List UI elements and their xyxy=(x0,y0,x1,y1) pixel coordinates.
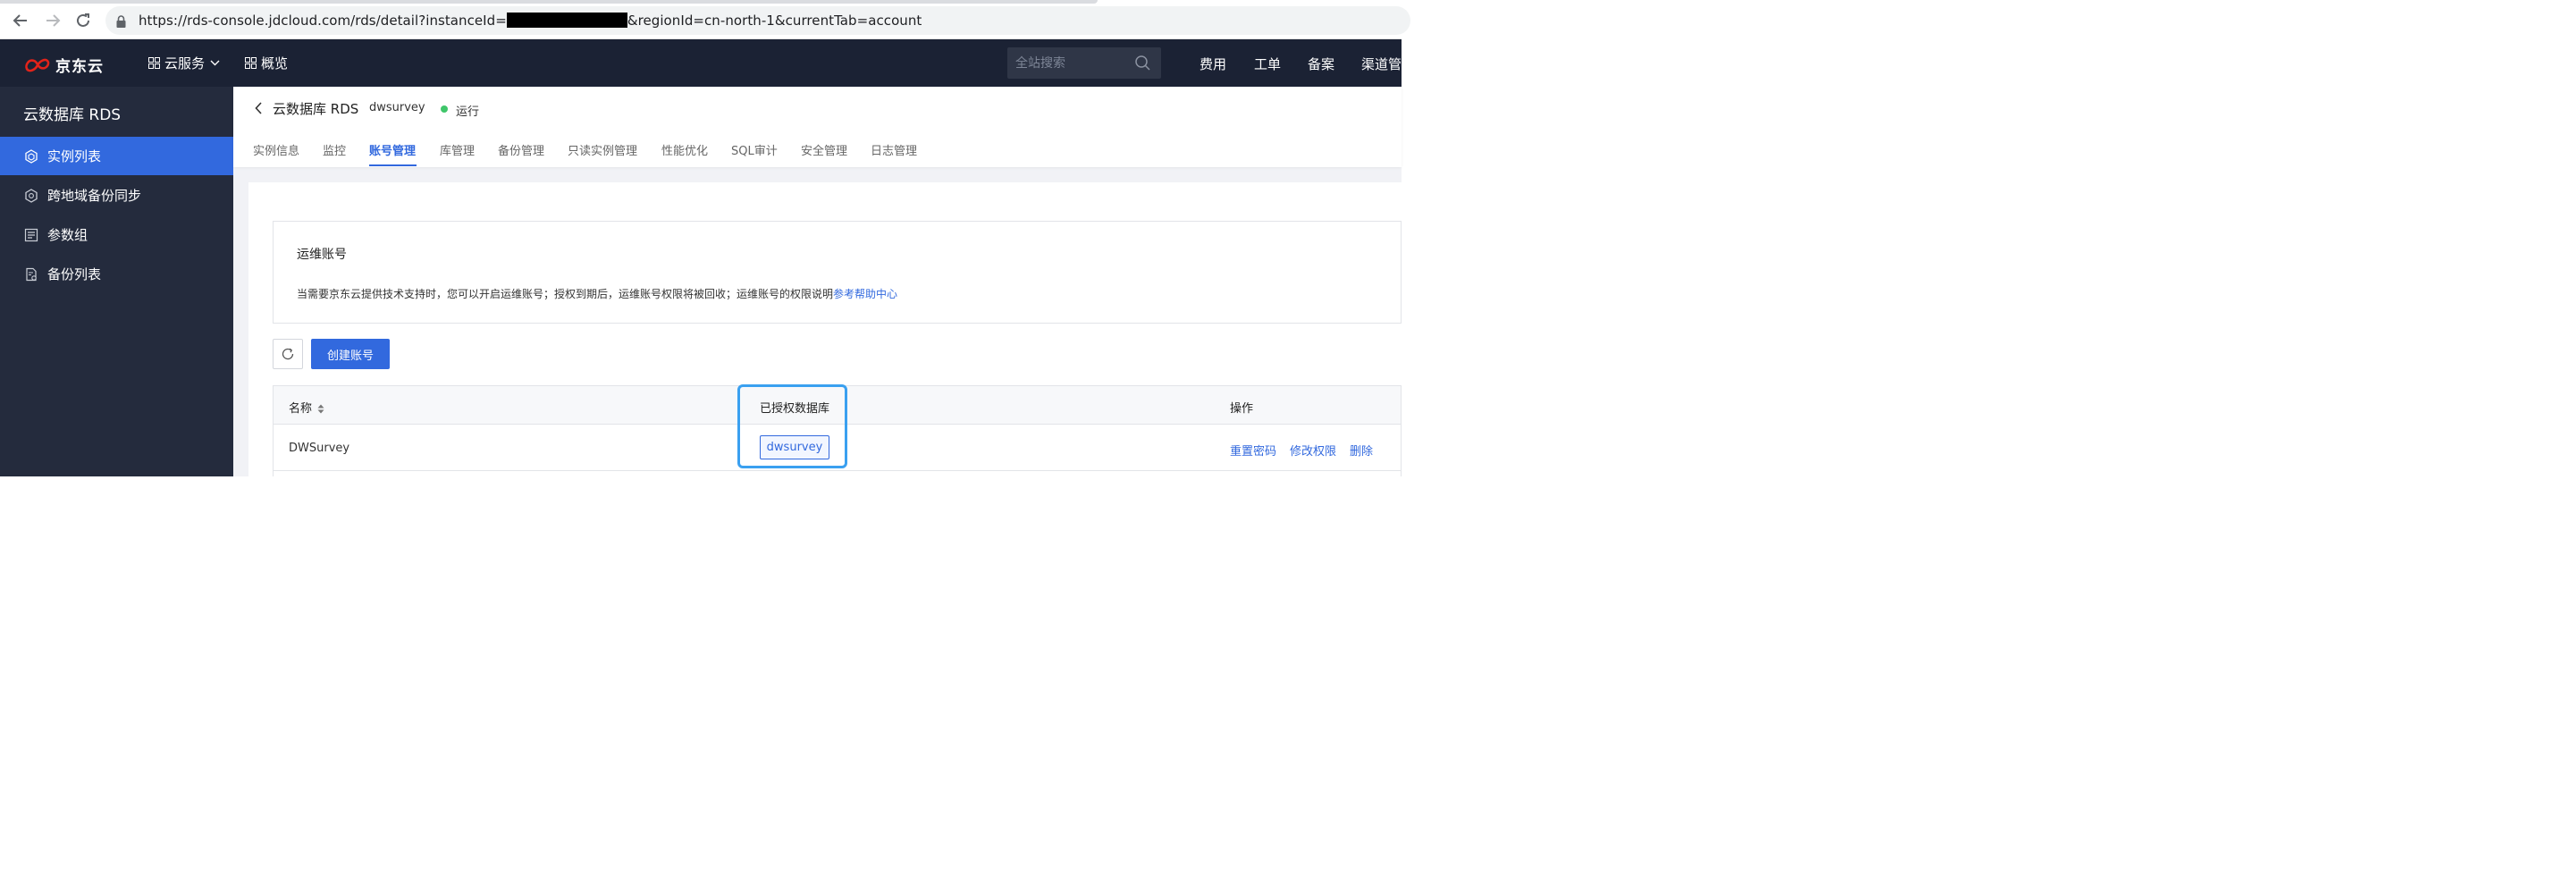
hexagon-sync-icon xyxy=(24,188,38,203)
forward-arrow-icon[interactable] xyxy=(41,9,64,32)
sidebar-title: 云数据库 RDS xyxy=(23,106,122,124)
instance-header: 云数据库 RDS dwsurvey 运行 实例信息 监控 账号管理 库管理 备份… xyxy=(233,87,1402,167)
sort-icon[interactable] xyxy=(317,404,324,414)
lock-icon xyxy=(116,14,126,31)
authorized-database-tag[interactable]: dwsurvey xyxy=(760,435,829,459)
account-name-cell: DWSurvey xyxy=(289,442,350,455)
billing-link[interactable]: 费用 xyxy=(1200,55,1226,73)
modify-permissions-link[interactable]: 修改权限 xyxy=(1290,442,1336,459)
chevron-left-icon[interactable] xyxy=(255,101,263,118)
ops-account-title: 运维账号 xyxy=(297,248,347,262)
column-header-authorized-databases: 已授权数据库 xyxy=(760,402,830,416)
account-panel: 运维账号 当需要京东云提供技术支持时，您可以开启运维账号；授权到期后，运维账号权… xyxy=(248,182,1402,476)
address-bar[interactable]: https://rds-console.jdcloud.com/rds/deta… xyxy=(105,6,1410,35)
jdcloud-logo[interactable]: 京东云 xyxy=(23,54,104,76)
back-arrow-icon[interactable] xyxy=(9,9,32,32)
tab-account-management[interactable]: 账号管理 xyxy=(369,141,416,158)
grid-icon xyxy=(245,57,257,69)
redacted-instance-id xyxy=(506,13,627,28)
hexagon-icon xyxy=(24,148,38,164)
browser-tabstrip xyxy=(0,0,1098,4)
create-account-button[interactable]: 创建账号 xyxy=(311,339,390,369)
sidebar-item-instance-list[interactable]: 实例列表 xyxy=(0,137,233,175)
active-tab-indicator xyxy=(369,164,417,166)
accounts-table: 名称 已授权数据库 操作 DWSurvey dwsurvey 重置密码 修改权限… xyxy=(273,385,1402,476)
overview-label: 概览 xyxy=(261,55,289,72)
sidebar-item-cross-region-backup[interactable]: 跨地域备份同步 xyxy=(0,176,233,215)
search-icon[interactable] xyxy=(1135,55,1150,71)
global-search xyxy=(1007,47,1161,79)
search-input[interactable] xyxy=(1007,47,1132,79)
instance-name: dwsurvey xyxy=(369,101,425,114)
tickets-link[interactable]: 工单 xyxy=(1254,55,1281,73)
status-dot-icon xyxy=(441,105,448,113)
table-header: 名称 已授权数据库 操作 xyxy=(274,386,1401,425)
chevron-down-icon xyxy=(210,60,220,66)
cloud-services-menu[interactable]: 云服务 xyxy=(148,54,220,72)
refresh-button[interactable] xyxy=(273,339,303,369)
tab-backup-management[interactable]: 备份管理 xyxy=(498,141,544,158)
tab-readonly-instances[interactable]: 只读实例管理 xyxy=(568,141,637,158)
main-area: 云数据库 RDS dwsurvey 运行 实例信息 监控 账号管理 库管理 备份… xyxy=(233,87,1402,476)
column-header-name: 名称 xyxy=(289,399,324,416)
table-row: DWSurvey dwsurvey 重置密码 修改权限 删除 xyxy=(274,425,1401,471)
help-center-link[interactable]: 参考帮助中心 xyxy=(833,288,897,300)
url-text: https://rds-console.jdcloud.com/rds/deta… xyxy=(139,13,922,29)
sidebar-item-label: 跨地域备份同步 xyxy=(47,188,142,204)
channel-management-link[interactable]: 渠道管 xyxy=(1361,55,1402,73)
tab-logs[interactable]: 日志管理 xyxy=(871,141,917,158)
icp-filing-link[interactable]: 备案 xyxy=(1308,55,1334,73)
tab-sql-audit[interactable]: SQL审计 xyxy=(731,141,778,158)
column-header-actions: 操作 xyxy=(1230,402,1254,416)
browser-toolbar: https://rds-console.jdcloud.com/rds/deta… xyxy=(0,0,1410,39)
backup-doc-icon xyxy=(24,267,38,282)
sidebar-item-label: 实例列表 xyxy=(47,148,102,164)
sidebar-item-label: 备份列表 xyxy=(47,266,102,282)
refresh-icon xyxy=(282,348,294,360)
service-title: 云数据库 RDS xyxy=(273,101,359,117)
tab-performance[interactable]: 性能优化 xyxy=(661,141,708,158)
sidebar-item-backup-list[interactable]: 备份列表 xyxy=(0,255,233,293)
logo-text: 京东云 xyxy=(55,58,104,76)
delete-link[interactable]: 删除 xyxy=(1350,442,1373,459)
reload-icon[interactable] xyxy=(72,9,95,32)
ops-account-description: 当需要京东云提供技术支持时，您可以开启运维账号；授权到期后，运维账号权限将被回收… xyxy=(297,288,898,300)
grid-icon xyxy=(148,57,160,69)
sidebar-item-label: 参数组 xyxy=(47,227,88,243)
tab-instance-info[interactable]: 实例信息 xyxy=(253,141,299,158)
sidebar: 云数据库 RDS 实例列表 跨地域备份同步 参数组 备份列表 xyxy=(0,87,233,476)
status-badge: 运行 xyxy=(456,105,480,119)
overview-link[interactable]: 概览 xyxy=(245,54,288,72)
reset-password-link[interactable]: 重置密码 xyxy=(1230,442,1276,459)
tab-database-management[interactable]: 库管理 xyxy=(440,141,475,158)
list-doc-icon xyxy=(24,228,38,242)
tab-monitoring[interactable]: 监控 xyxy=(323,141,346,158)
ops-account-card: 运维账号 当需要京东云提供技术支持时，您可以开启运维账号；授权到期后，运维账号权… xyxy=(273,221,1402,324)
cloud-services-label: 云服务 xyxy=(164,55,206,72)
tab-security[interactable]: 安全管理 xyxy=(801,141,847,158)
sidebar-item-parameter-groups[interactable]: 参数组 xyxy=(0,215,233,254)
top-navigation: 京东云 云服务 概览 费用 工单 备案 渠道管 xyxy=(0,39,1402,87)
jdcloud-logo-icon xyxy=(25,58,50,72)
